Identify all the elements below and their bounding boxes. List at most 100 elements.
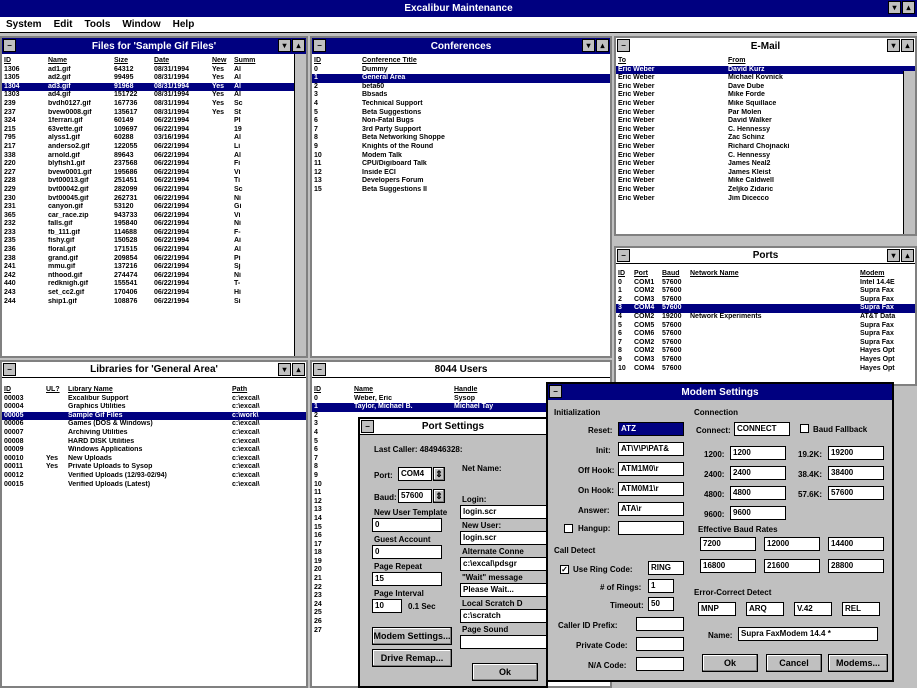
table-row[interactable]: 1 COM2 57600 Supra Fax: [616, 287, 915, 296]
eff-baud-field[interactable]: 12000: [764, 537, 820, 551]
modems-button[interactable]: Modems...: [828, 654, 888, 672]
table-row[interactable]: 236 floral.gif 171515 06/22/1994 Al: [2, 246, 306, 255]
modem-settings-button[interactable]: Modem Settings...: [372, 627, 452, 645]
table-row[interactable]: 9 COM3 57600 Hayes Opt: [616, 356, 915, 365]
email-scrollbar[interactable]: [903, 71, 915, 234]
table-row[interactable]: Eric Weber Dave Dube: [616, 83, 915, 92]
c4800-field[interactable]: 4800: [730, 486, 786, 500]
table-row[interactable]: 4 COM2 19200 Network Experiments AT&T Data: [616, 313, 915, 322]
answer-field[interactable]: ATA\r: [618, 502, 684, 516]
table-row[interactable]: 2 beta60: [312, 83, 610, 92]
table-row[interactable]: 8 COM2 57600 Hayes Opt: [616, 347, 915, 356]
table-row[interactable]: 233 fb_111.gif 114688 06/22/1994 F-: [2, 229, 306, 238]
table-row[interactable]: 1306 ad1.gif 64312 08/31/1994 Yes Al: [2, 66, 306, 75]
table-row[interactable]: Eric Weber David Walker: [616, 117, 915, 126]
system-menu-icon[interactable]: −: [617, 39, 630, 52]
maximize-button[interactable]: ▴: [902, 1, 915, 14]
table-row[interactable]: 00007 Archiving Utilities c:\excal\: [2, 429, 306, 438]
c9600-field[interactable]: 9600: [730, 506, 786, 520]
wait-message-field[interactable]: Please Wait...: [460, 583, 546, 597]
table-row[interactable]: Eric Weber Zac Schinz: [616, 134, 915, 143]
hangup-checkbox[interactable]: [564, 524, 573, 533]
eff-baud-field[interactable]: 21600: [764, 559, 820, 573]
table-row[interactable]: 13 Developers Forum: [312, 177, 610, 186]
table-row[interactable]: 3 COM4 57600 Supra Fax: [616, 304, 915, 313]
table-row[interactable]: 243 set_cc2.gif 170406 06/22/1994 Hi: [2, 289, 306, 298]
use-ring-code-checkbox[interactable]: ✓: [560, 565, 569, 574]
on-hook-field[interactable]: ATM0M1\r: [618, 482, 684, 496]
table-row[interactable]: 8 Beta Networking Shoppe: [312, 134, 610, 143]
connect-field[interactable]: CONNECT: [734, 422, 790, 436]
c57600-field[interactable]: 57600: [828, 486, 884, 500]
table-row[interactable]: Eric Weber Par Molen: [616, 109, 915, 118]
table-row[interactable]: Eric Weber Mike Forde: [616, 91, 915, 100]
page-interval-field[interactable]: 10: [372, 599, 402, 613]
table-row[interactable]: 235 fishy.gif 150528 06/22/1994 Ai: [2, 237, 306, 246]
table-row[interactable]: 4 Technical Support: [312, 100, 610, 109]
table-row[interactable]: Eric Weber Mike Squillace: [616, 100, 915, 109]
system-menu-icon[interactable]: −: [313, 363, 326, 376]
table-row[interactable]: 5 COM5 57600 Supra Fax: [616, 322, 915, 331]
c1200-field[interactable]: 1200: [730, 446, 786, 460]
maximize-button[interactable]: ▴: [292, 39, 305, 52]
modem-cancel-button[interactable]: Cancel: [766, 654, 822, 672]
table-row[interactable]: Eric Weber Mike Caldwell: [616, 177, 915, 186]
table-row[interactable]: 241 mmu.gif 137216 06/22/1994 Sj: [2, 263, 306, 272]
table-row[interactable]: 232 falls.gif 195840 06/22/1994 Ni: [2, 220, 306, 229]
table-row[interactable]: 0 Dummy: [312, 66, 610, 75]
menu-tools[interactable]: Tools: [84, 19, 110, 30]
table-row[interactable]: 238 grand.gif 209854 06/22/1994 Pi: [2, 255, 306, 264]
table-row[interactable]: Eric Weber James Neal2: [616, 160, 915, 169]
port-select[interactable]: COM4: [398, 467, 432, 481]
chevron-down-icon[interactable]: ⇕: [433, 489, 445, 503]
alternate-connect-field[interactable]: c:\excal\pdsgr: [460, 557, 546, 571]
drive-remap-button[interactable]: Drive Remap...: [372, 649, 452, 667]
table-row[interactable]: 795 alyss1.gif 60288 03/16/1994 Al: [2, 134, 306, 143]
minimize-button[interactable]: ▾: [888, 1, 901, 14]
minimize-button[interactable]: ▾: [582, 39, 595, 52]
table-row[interactable]: 1 General Area: [312, 74, 610, 83]
table-row[interactable]: 1304 ad3.gif 91968 08/31/1994 Yes Al: [2, 82, 306, 92]
private-code-field[interactable]: [636, 637, 684, 651]
table-row[interactable]: 10 Modem Talk: [312, 152, 610, 161]
na-code-field[interactable]: [636, 657, 684, 671]
caller-id-prefix-field[interactable]: [636, 617, 684, 631]
table-row[interactable]: Eric Weber C. Hennessy: [616, 152, 915, 161]
system-menu-icon[interactable]: −: [3, 39, 16, 52]
table-row[interactable]: 00005 Sample Gif Files c:\work\: [2, 411, 306, 421]
table-row[interactable]: 11 CPU/Digiboard Talk: [312, 160, 610, 169]
local-scratch-field[interactable]: c:\scratch: [460, 609, 546, 623]
table-row[interactable]: 7 3rd Party Support: [312, 126, 610, 135]
table-row[interactable]: 15 Beta Suggestions II: [312, 186, 610, 195]
init-field[interactable]: AT\V\P\PAT&: [618, 442, 684, 456]
table-row[interactable]: Eric Weber Jim Dicecco: [616, 195, 915, 204]
baud-select[interactable]: 57600: [398, 489, 432, 503]
num-rings-field[interactable]: 1: [648, 579, 674, 593]
c38400-field[interactable]: 38400: [828, 466, 884, 480]
table-row[interactable]: 237 bvew0008.gif 135617 08/31/1994 Yes St: [2, 109, 306, 118]
eff-baud-field[interactable]: 28800: [828, 559, 884, 573]
menu-system[interactable]: System: [6, 19, 42, 30]
maximize-button[interactable]: ▴: [901, 39, 914, 52]
table-row[interactable]: 215 63vette.gif 109697 06/22/1994 19: [2, 126, 306, 135]
table-row[interactable]: 1305 ad2.gif 99495 08/31/1994 Yes Al: [2, 74, 306, 83]
table-row[interactable]: 228 bvt00013.gif 251451 06/22/1994 Ti: [2, 177, 306, 186]
table-row[interactable]: Eric Weber C. Hennessy: [616, 126, 915, 135]
table-row[interactable]: 5 Beta Suggestions: [312, 109, 610, 118]
table-row[interactable]: 00015 Verified Uploads (Latest) c:\excal\: [2, 481, 306, 490]
minimize-button[interactable]: ▾: [887, 249, 900, 262]
maximize-button[interactable]: ▴: [292, 363, 305, 376]
menu-help[interactable]: Help: [173, 19, 195, 30]
minimize-button[interactable]: ▾: [887, 39, 900, 52]
table-row[interactable]: 6 COM6 57600 Supra Fax: [616, 330, 915, 339]
system-menu-icon[interactable]: −: [361, 420, 374, 433]
table-row[interactable]: 0 COM1 57600 Intel 14.4E: [616, 279, 915, 288]
table-row[interactable]: 1303 ad4.gif 151722 08/31/1994 Yes Al: [2, 91, 306, 100]
system-menu-icon[interactable]: −: [617, 249, 630, 262]
table-row[interactable]: 324 1ferrari.gif 60149 06/22/1994 Pl: [2, 117, 306, 126]
ring-code-field[interactable]: RING: [648, 561, 684, 575]
table-row[interactable]: 365 car_race.zip 943733 06/22/1994 Vi: [2, 212, 306, 221]
table-row[interactable]: 3 Bbsads: [312, 91, 610, 100]
table-row[interactable]: 217 anderso2.gif 122055 06/22/1994 Li: [2, 143, 306, 152]
maximize-button[interactable]: ▴: [596, 39, 609, 52]
